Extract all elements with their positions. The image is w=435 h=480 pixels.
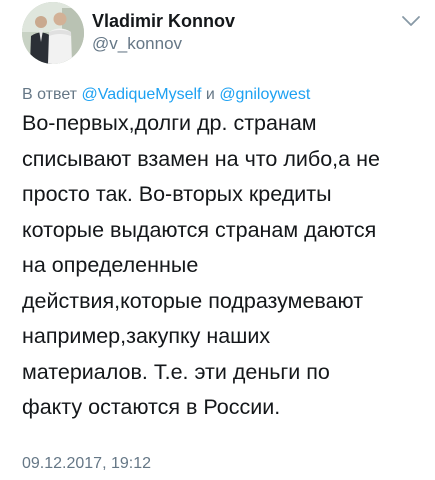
avatar-photo (22, 2, 84, 64)
tweet-text-line: Во-первых,долги др. странам (22, 111, 317, 135)
tweet-card: Vladimir Konnov @v_konnov В ответ @Vadiq… (0, 0, 435, 480)
tweet-text-line: которые выдаются странам даются (22, 217, 377, 242)
tweet-timestamp[interactable]: 09.12.2017, 19:12 (22, 455, 151, 473)
tweet-text-line: просто так. Во-вторых кредиты (22, 182, 332, 206)
tweet-text-line: на определенные (22, 253, 199, 277)
tweet-text-line: факту остаются в России. (22, 395, 281, 419)
reply-mention-vadiquemyself[interactable]: @VadiqueMyself (81, 86, 201, 103)
avatar[interactable] (22, 2, 84, 64)
tweet-text-line: например,закупку наших (22, 324, 271, 348)
chevron-down-icon[interactable] (401, 14, 421, 28)
tweet-text-line: материалов. Т.е. эти деньги по (22, 359, 330, 384)
author-handle[interactable]: @v_konnov (92, 34, 182, 54)
reply-mention-gniloywest[interactable]: @gniloywest (219, 86, 310, 103)
tweet-text-line: действия,которые подразумевают (22, 288, 364, 313)
author-display-name[interactable]: Vladimir Konnov (92, 11, 235, 32)
reply-context: В ответ @VadiqueMyself и @gniloywest (22, 86, 310, 104)
tweet-text-line: списывают взамен на что либо,а не (22, 146, 380, 171)
tweet-text: Во-первых,долги др. странам списывают вз… (22, 106, 427, 426)
reply-prefix: В ответ (22, 86, 78, 103)
reply-conjunction: и (205, 86, 215, 103)
